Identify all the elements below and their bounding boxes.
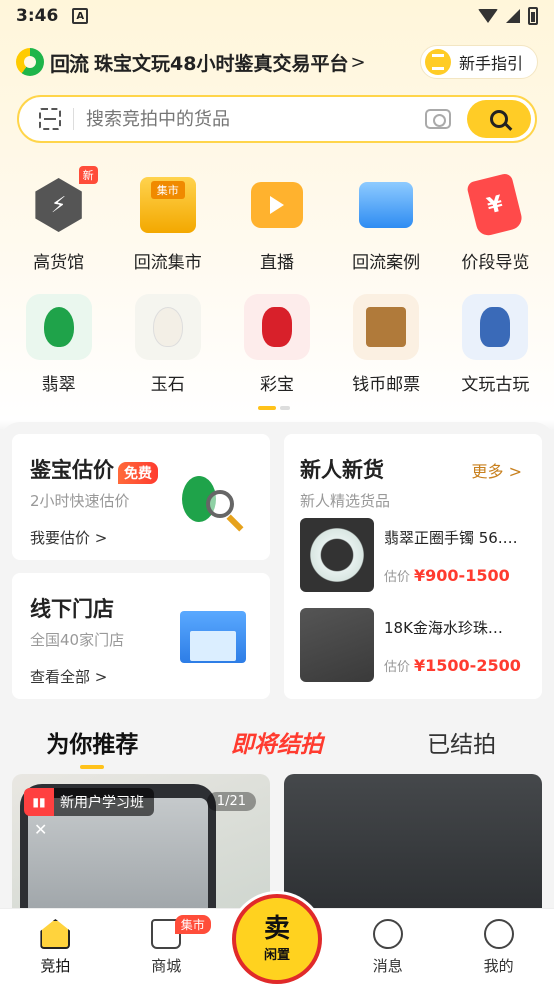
category-label: 回流案例: [352, 253, 421, 273]
category-row-2: 翡翠 玉石 彩宝 钱币邮票 文玩古玩: [0, 294, 554, 395]
stores-card[interactable]: 线下门店 全国40家门店 查看全部 >: [12, 573, 270, 699]
notification-icon: A: [72, 8, 89, 24]
status-time: 3:46: [16, 6, 59, 26]
wifi-icon: [478, 9, 498, 23]
category-label: 直播: [259, 253, 294, 273]
category-label: 彩宝: [259, 375, 294, 395]
header: 回流 珠宝文玩48小时鉴真交易平台 > 新手指引: [16, 44, 538, 80]
search-bar: [17, 95, 537, 143]
nav-auction[interactable]: 竞拍: [0, 909, 111, 984]
magnifier-jade-icon: [180, 470, 250, 532]
category-label: 回流集市: [133, 253, 202, 273]
stores-link[interactable]: 查看全部 >: [30, 666, 252, 687]
new-goods-subtitle: 新人精选货品: [300, 492, 391, 510]
close-icon[interactable]: ✕: [34, 820, 47, 839]
search-icon: [490, 110, 508, 128]
search-button[interactable]: [467, 100, 531, 138]
coin-stamp-icon: [366, 307, 407, 347]
vase-icon: [480, 307, 511, 347]
new-goods-card: 新人新货 新人精选货品 更多 > 翡翠正圈手镯 56.… 估价 ¥900-1500…: [284, 434, 542, 699]
tab-recommended[interactable]: 为你推荐: [0, 725, 185, 769]
appraisal-title: 鉴宝估价: [30, 458, 114, 482]
live-icon: ▮▮: [24, 788, 54, 816]
appraisal-link[interactable]: 我要估价 >: [30, 527, 252, 548]
product-item[interactable]: 翡翠正圈手镯 56.… 估价 ¥900-1500: [300, 518, 546, 594]
nav-profile[interactable]: 我的: [443, 909, 554, 984]
page-indicator: [258, 406, 290, 410]
product-item[interactable]: 18K金海水珍珠… 估价 ¥1500-2500: [300, 608, 546, 684]
profile-icon: [483, 919, 514, 949]
camera-icon[interactable]: [425, 109, 451, 129]
jade-stone-icon: [152, 307, 183, 347]
market-badge: 集市: [174, 915, 211, 934]
live-tag: ▮▮ 新用户学习班: [24, 788, 154, 816]
bangle-image: [300, 518, 374, 592]
category-label: 翡翠: [41, 375, 76, 395]
status-bar: 3:46 A: [0, 0, 554, 32]
category-jadeite[interactable]: 翡翠: [7, 294, 111, 395]
category-label: 钱币邮票: [352, 375, 421, 395]
battery-icon: [528, 7, 538, 25]
tab-ended[interactable]: 已结拍: [369, 725, 554, 759]
folder-icon: [359, 182, 414, 228]
category-live[interactable]: 直播: [225, 172, 329, 273]
category-label: 文玩古玩: [461, 375, 530, 395]
free-badge: 免费: [118, 461, 158, 484]
category-antiques[interactable]: 文玩古玩: [443, 294, 547, 395]
image-counter: 1/21: [206, 792, 256, 811]
newbie-guide-button[interactable]: 新手指引: [419, 45, 538, 79]
category-jade[interactable]: 玉石: [116, 294, 220, 395]
nav-mall[interactable]: 商城 集市: [111, 909, 222, 984]
logo-icon: [16, 48, 44, 76]
product-name: 18K金海水珍珠…: [384, 619, 503, 637]
sell-idle-button[interactable]: 卖 闲置: [232, 894, 322, 984]
tab-ending-soon[interactable]: 即将结拍: [185, 725, 370, 759]
product-price: 估价 ¥1500-2500: [384, 656, 521, 675]
feed-card[interactable]: ▮▮ 新用户学习班 1/21 ✕: [12, 774, 270, 914]
category-label: 玉石: [150, 375, 185, 395]
feed-tabs: 为你推荐 即将结拍 已结拍: [0, 718, 554, 769]
feed-card[interactable]: [284, 774, 542, 914]
guide-label: 新手指引: [458, 54, 523, 73]
category-coins-stamps[interactable]: 钱币邮票: [334, 294, 438, 395]
slogan-link[interactable]: 珠宝文玩48小时鉴真交易平台: [94, 49, 348, 76]
scan-icon[interactable]: [39, 108, 61, 130]
category-label: 高货馆: [33, 253, 85, 273]
ruby-icon: [261, 307, 292, 347]
status-icons: [478, 7, 538, 25]
guide-icon: [424, 49, 451, 75]
category-cases[interactable]: 回流案例: [334, 172, 438, 273]
category-label: 价段导览: [461, 253, 530, 273]
new-badge: 新: [78, 166, 98, 184]
chevron-right-icon[interactable]: >: [350, 52, 365, 73]
search-input[interactable]: [86, 108, 425, 130]
jade-pendant-icon: [43, 307, 74, 347]
market-icon: 集市: [139, 177, 196, 233]
home-icon: [40, 919, 71, 949]
category-gems[interactable]: 彩宝: [225, 294, 329, 395]
product-name: 翡翠正圈手镯 56.…: [384, 529, 518, 547]
category-market[interactable]: 集市 回流集市: [116, 172, 220, 273]
category-row-1: ⚡ 新 高货馆 集市 回流集市 直播 回流案例 ¥ 价段导览: [0, 166, 554, 273]
chat-icon: [372, 919, 403, 949]
divider: [73, 108, 74, 130]
category-price-guide[interactable]: ¥ 价段导览: [443, 172, 547, 273]
more-link[interactable]: 更多 >: [472, 458, 523, 482]
pearl-bracelet-image: [300, 608, 374, 682]
product-price: 估价 ¥900-1500: [384, 566, 510, 585]
tv-icon: [250, 182, 303, 228]
store-icon: [180, 611, 246, 663]
signal-icon: [506, 9, 520, 23]
brand-name: 回流: [50, 51, 89, 76]
appraisal-card[interactable]: 鉴宝估价 免费 2小时快速估价 我要估价 >: [12, 434, 270, 560]
price-tag-icon: ¥: [466, 172, 525, 238]
category-high-goods[interactable]: ⚡ 新 高货馆: [7, 166, 111, 273]
nav-messages[interactable]: 消息: [332, 909, 443, 984]
hexagon-icon: ⚡: [35, 178, 82, 232]
